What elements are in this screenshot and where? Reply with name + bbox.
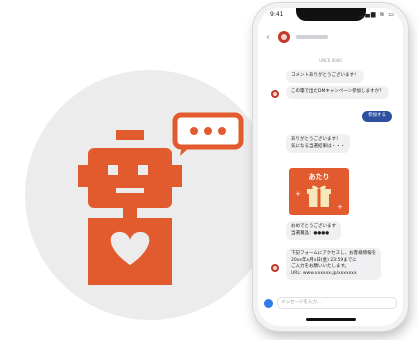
smartphone-frame: 9:41 ▂▄▆ ≋ ▭ ‹ UNCE 0000 コメントありがとうございます！… bbox=[253, 3, 408, 331]
message-bubble: コメントありがとうございます！ bbox=[286, 70, 364, 83]
home-indicator bbox=[306, 318, 356, 321]
reply-text: 参加する bbox=[368, 113, 386, 118]
reply-bubble[interactable]: 参加する bbox=[362, 111, 392, 122]
speech-bubble-ellipsis-icon bbox=[172, 112, 244, 156]
chat-header: ‹ bbox=[258, 24, 403, 50]
account-name-placeholder bbox=[296, 35, 328, 39]
account-avatar[interactable] bbox=[278, 31, 290, 43]
phone-notch bbox=[296, 8, 366, 21]
prize-card: あたり + + bbox=[289, 168, 349, 215]
sparkle-icon: + bbox=[295, 190, 301, 198]
sender-avatar bbox=[271, 264, 279, 272]
message-bubble: おめでとうございます 当選賞品：●●●● bbox=[286, 221, 341, 240]
prize-title: あたり bbox=[308, 173, 330, 181]
status-time: 9:41 bbox=[270, 11, 284, 18]
camera-icon[interactable] bbox=[264, 298, 273, 308]
message-input[interactable]: メッセージを入力... bbox=[277, 297, 397, 309]
message-bubble: 下記フォームにアクセスし、お客様情報を 20xx年x月x日(金) 23:59まで… bbox=[286, 248, 382, 280]
message-text: 当選賞品：●●●● bbox=[291, 230, 330, 236]
message-text: ありがとうございます！ bbox=[291, 137, 341, 142]
status-icons: ▂▄▆ ≋ ▭ bbox=[359, 11, 395, 18]
message-text: 下記フォームにアクセスし、お客様情報を bbox=[291, 251, 377, 256]
message-text: URL: www.xxxxxx.jp/xxxxxxx bbox=[291, 270, 357, 276]
message-text: おめでとうございます bbox=[291, 224, 336, 229]
message-bubble: この電で出たDMキャンペーン参加しますか？ bbox=[286, 86, 389, 99]
back-icon[interactable]: ‹ bbox=[266, 32, 276, 43]
message-bubble: ありがとうございます！ 気になる当選結果は・・・ bbox=[286, 134, 350, 153]
sparkle-icon: + bbox=[337, 203, 343, 211]
chat-screen: 9:41 ▂▄▆ ≋ ▭ ‹ UNCE 0000 コメントありがとうございます！… bbox=[258, 8, 403, 326]
gift-box-icon bbox=[307, 185, 331, 207]
date-label: UNCE 0000 bbox=[319, 58, 342, 63]
message-text: コメントありがとうございます！ bbox=[291, 73, 359, 78]
sender-avatar bbox=[271, 90, 279, 98]
message-text: 気になる当選結果は・・・ bbox=[291, 143, 345, 149]
message-text: この電で出たDMキャンペーン参加しますか？ bbox=[291, 89, 384, 94]
message-composer: メッセージを入力... bbox=[264, 297, 397, 309]
